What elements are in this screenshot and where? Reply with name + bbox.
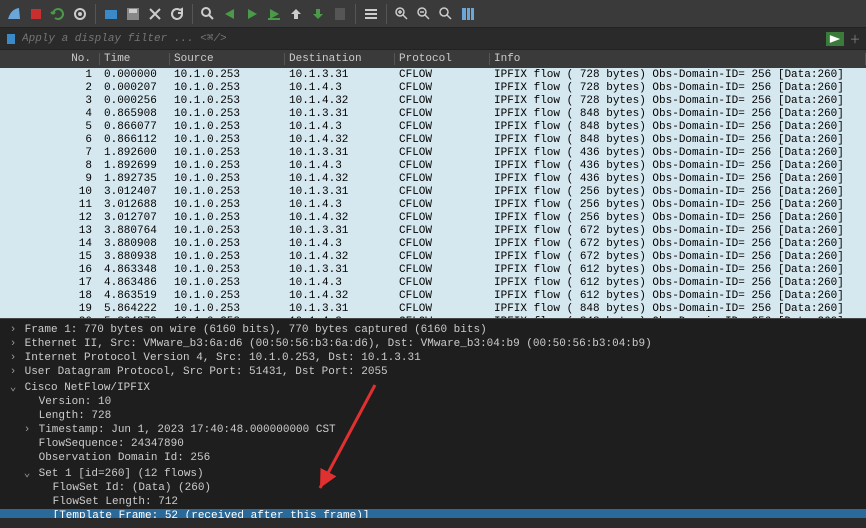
tree-row[interactable]: ⌄ Set 1 [id=260] (12 flows) bbox=[0, 465, 866, 481]
resize-columns-icon[interactable] bbox=[458, 4, 478, 24]
table-row[interactable]: 71.89260010.1.0.25310.1.3.31CFLOWIPFIX f… bbox=[0, 146, 866, 159]
tree-row[interactable]: › Timestamp: Jun 1, 2023 17:40:48.000000… bbox=[0, 423, 866, 437]
zoom-in-icon[interactable] bbox=[392, 4, 412, 24]
table-row[interactable]: 164.86334810.1.0.25310.1.3.31CFLOWIPFIX … bbox=[0, 263, 866, 276]
table-row[interactable]: 133.88076410.1.0.25310.1.3.31CFLOWIPFIX … bbox=[0, 224, 866, 237]
packet-list-header: No. Time Source Destination Protocol Inf… bbox=[0, 50, 866, 68]
table-row[interactable]: 205.86437910.1.0.25310.1.4.3CFLOWIPFIX f… bbox=[0, 315, 866, 318]
separator bbox=[192, 4, 193, 24]
table-row[interactable]: 174.86348610.1.0.25310.1.4.3CFLOWIPFIX f… bbox=[0, 276, 866, 289]
table-row[interactable]: 123.01270710.1.0.25310.1.4.32CFLOWIPFIX … bbox=[0, 211, 866, 224]
table-row[interactable]: 103.01240710.1.0.25310.1.3.31CFLOWIPFIX … bbox=[0, 185, 866, 198]
first-icon[interactable] bbox=[286, 4, 306, 24]
stop-icon[interactable] bbox=[26, 4, 46, 24]
packet-details-pane[interactable]: › Frame 1: 770 bytes on wire (6160 bits)… bbox=[0, 318, 866, 518]
packet-list-pane: No. Time Source Destination Protocol Inf… bbox=[0, 50, 866, 318]
add-filter-button[interactable]: ＋ bbox=[848, 32, 862, 46]
separator bbox=[355, 4, 356, 24]
main-toolbar bbox=[0, 0, 866, 28]
apply-filter-button[interactable] bbox=[826, 32, 844, 46]
bookmark-icon[interactable] bbox=[4, 32, 18, 46]
packet-list-rows[interactable]: 10.00000010.1.0.25310.1.3.31CFLOWIPFIX f… bbox=[0, 68, 866, 318]
tree-row[interactable]: Version: 10 bbox=[0, 395, 866, 409]
options-icon[interactable] bbox=[70, 4, 90, 24]
table-row[interactable]: 91.89273510.1.0.25310.1.4.32CFLOWIPFIX f… bbox=[0, 172, 866, 185]
col-destination[interactable]: Destination bbox=[285, 53, 395, 65]
tree-row[interactable]: › Ethernet II, Src: VMware_b3:6a:d6 (00:… bbox=[0, 337, 866, 351]
table-row[interactable]: 195.86422210.1.0.25310.1.3.31CFLOWIPFIX … bbox=[0, 302, 866, 315]
col-no[interactable]: No. bbox=[0, 53, 100, 65]
col-source[interactable]: Source bbox=[170, 53, 285, 65]
autoscroll-icon[interactable] bbox=[330, 4, 350, 24]
shark-fin-icon[interactable] bbox=[4, 4, 24, 24]
table-row[interactable]: 40.86590810.1.0.25310.1.3.31CFLOWIPFIX f… bbox=[0, 107, 866, 120]
restart-icon[interactable] bbox=[48, 4, 68, 24]
table-row[interactable]: 113.01268810.1.0.25310.1.4.3CFLOWIPFIX f… bbox=[0, 198, 866, 211]
separator bbox=[386, 4, 387, 24]
tree-row[interactable]: [Template Frame: 52 (received after this… bbox=[0, 509, 866, 518]
zoom-out-icon[interactable] bbox=[414, 4, 434, 24]
close-icon[interactable] bbox=[145, 4, 165, 24]
tree-row[interactable]: FlowSet Id: (Data) (260) bbox=[0, 481, 866, 495]
find-icon[interactable] bbox=[198, 4, 218, 24]
table-row[interactable]: 153.88093810.1.0.25310.1.4.32CFLOWIPFIX … bbox=[0, 250, 866, 263]
table-row[interactable]: 10.00000010.1.0.25310.1.3.31CFLOWIPFIX f… bbox=[0, 68, 866, 81]
goto-icon[interactable] bbox=[264, 4, 284, 24]
next-icon[interactable] bbox=[242, 4, 262, 24]
reload-icon[interactable] bbox=[167, 4, 187, 24]
col-protocol[interactable]: Protocol bbox=[395, 53, 490, 65]
last-icon[interactable] bbox=[308, 4, 328, 24]
table-row[interactable]: 20.00020710.1.0.25310.1.4.3CFLOWIPFIX fl… bbox=[0, 81, 866, 94]
zoom-reset-icon[interactable] bbox=[436, 4, 456, 24]
tree-row[interactable]: › Frame 1: 770 bytes on wire (6160 bits)… bbox=[0, 323, 866, 337]
col-info[interactable]: Info bbox=[490, 53, 866, 65]
filter-bar: ＋ bbox=[0, 28, 866, 50]
col-time[interactable]: Time bbox=[100, 53, 170, 65]
tree-row[interactable]: › Internet Protocol Version 4, Src: 10.1… bbox=[0, 351, 866, 365]
table-row[interactable]: 143.88090810.1.0.25310.1.4.3CFLOWIPFIX f… bbox=[0, 237, 866, 250]
save-icon[interactable] bbox=[123, 4, 143, 24]
separator bbox=[95, 4, 96, 24]
table-row[interactable]: 184.86351910.1.0.25310.1.4.32CFLOWIPFIX … bbox=[0, 289, 866, 302]
table-row[interactable]: 50.86607710.1.0.25310.1.4.3CFLOWIPFIX fl… bbox=[0, 120, 866, 133]
colorize-icon[interactable] bbox=[361, 4, 381, 24]
prev-icon[interactable] bbox=[220, 4, 240, 24]
open-icon[interactable] bbox=[101, 4, 121, 24]
tree-row[interactable]: Length: 728 bbox=[0, 409, 866, 423]
tree-row[interactable]: ⌄ Cisco NetFlow/IPFIX bbox=[0, 379, 866, 395]
tree-row[interactable]: FlowSequence: 24347890 bbox=[0, 437, 866, 451]
tree-row[interactable]: › User Datagram Protocol, Src Port: 5143… bbox=[0, 365, 866, 379]
display-filter-input[interactable] bbox=[22, 33, 822, 45]
table-row[interactable]: 60.86611210.1.0.25310.1.4.32CFLOWIPFIX f… bbox=[0, 133, 866, 146]
tree-row[interactable]: FlowSet Length: 712 bbox=[0, 495, 866, 509]
tree-row[interactable]: Observation Domain Id: 256 bbox=[0, 451, 866, 465]
table-row[interactable]: 81.89269910.1.0.25310.1.4.3CFLOWIPFIX fl… bbox=[0, 159, 866, 172]
table-row[interactable]: 30.00025610.1.0.25310.1.4.32CFLOWIPFIX f… bbox=[0, 94, 866, 107]
